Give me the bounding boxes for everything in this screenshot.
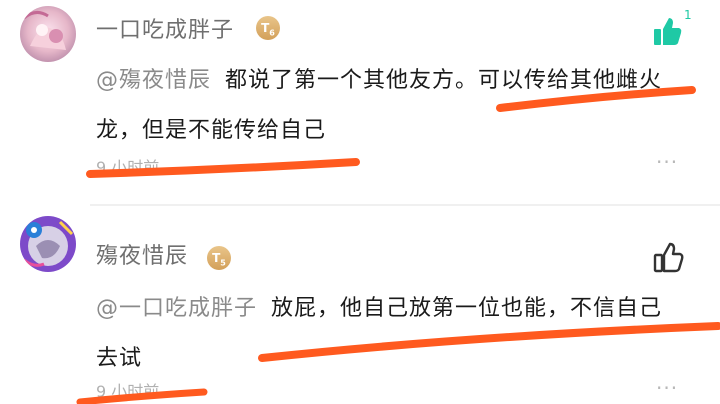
like-count: 1 — [684, 8, 692, 22]
avatar[interactable] — [20, 6, 76, 62]
avatar-image — [20, 216, 76, 272]
timestamp: 9 小时前 — [96, 382, 160, 401]
level-badge: T6 — [256, 16, 280, 40]
like-icon[interactable] — [651, 240, 685, 274]
avatar[interactable] — [20, 216, 76, 272]
level-badge-number: 6 — [269, 28, 275, 38]
more-options-icon[interactable]: ··· — [656, 376, 678, 400]
comment-text: @一口吃成胖子 放屁，他自己放第一位也能，不信自己去试 — [96, 284, 680, 384]
like-icon[interactable] — [650, 14, 684, 48]
comment-item: 一口吃成胖子 T6 1 @殤夜惜辰 都说了第一个其他友方。可以传给其他雌火龙，但是… — [0, 0, 720, 204]
comment-item: 殤夜惜辰 T5 @一口吃成胖子 放屁，他自己放第一位也能，不信自己去试 9 小时前… — [0, 206, 720, 404]
level-badge-number: 5 — [220, 258, 226, 268]
more-options-icon[interactable]: ··· — [656, 150, 678, 174]
avatar-image — [20, 6, 76, 62]
username[interactable]: 一口吃成胖子 — [96, 12, 234, 44]
level-badge: T5 — [207, 246, 231, 270]
comment-text: @殤夜惜辰 都说了第一个其他友方。可以传给其他雌火龙，但是不能传给自己 — [96, 56, 680, 156]
timestamp: 9 小时前 — [96, 158, 160, 177]
mention-link[interactable]: @殤夜惜辰 — [96, 68, 211, 93]
username[interactable]: 殤夜惜辰 — [96, 238, 188, 270]
mention-link[interactable]: @一口吃成胖子 — [96, 296, 257, 321]
